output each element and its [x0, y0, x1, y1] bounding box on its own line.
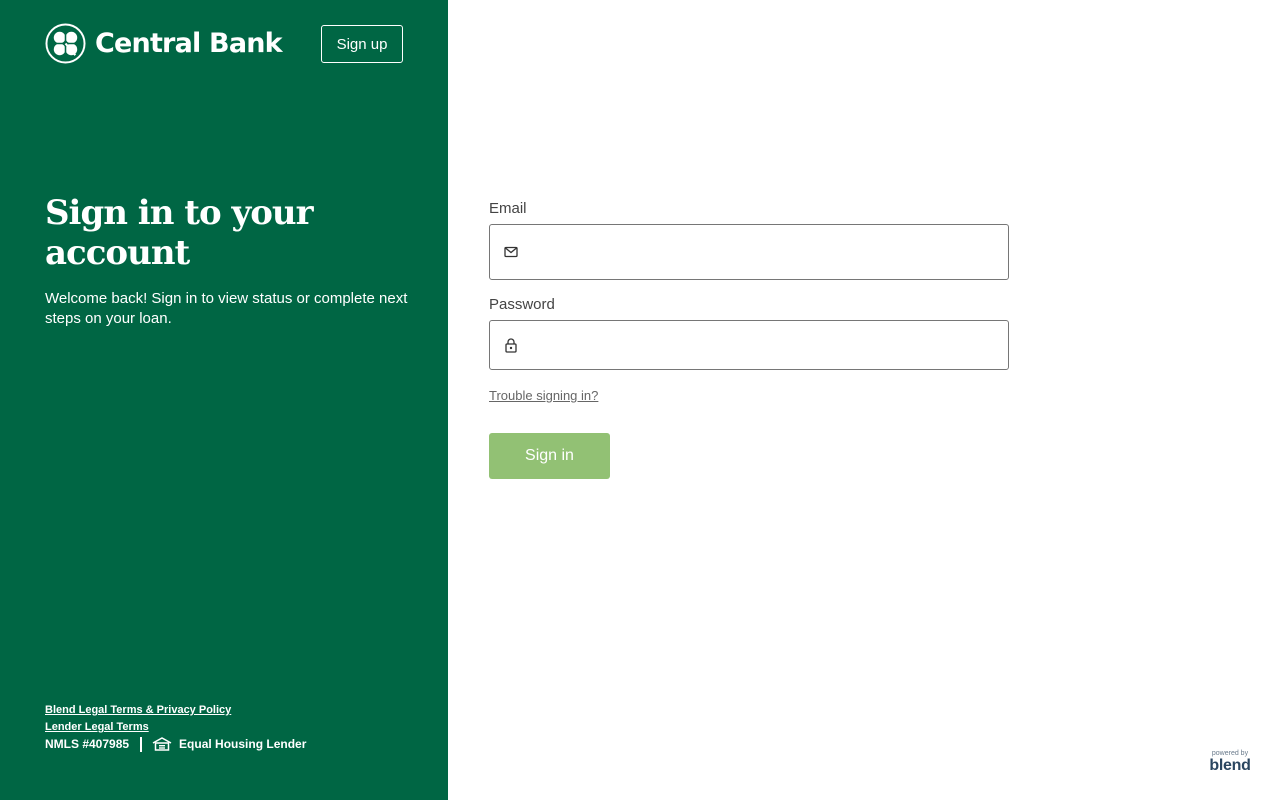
brand-name: Central Bank [95, 27, 283, 59]
brand-logo[interactable]: Central Bank [45, 22, 283, 64]
page-subtitle: Welcome back! Sign in to view status or … [45, 290, 408, 327]
footer: Blend Legal Terms & Privacy Policy Lende… [45, 702, 425, 753]
clover-logo-icon [45, 22, 86, 64]
email-label: Email [489, 200, 527, 217]
page-title: Sign in to your account [45, 193, 314, 273]
lock-icon [505, 338, 517, 353]
blend-logo: blend [1209, 757, 1251, 774]
password-input[interactable] [490, 321, 1008, 369]
mail-icon [504, 246, 518, 258]
equal-housing-icon [152, 737, 172, 751]
blend-legal-terms-link[interactable]: Blend Legal Terms & Privacy Policy [45, 702, 425, 719]
nmls-number: NMLS #407985 [45, 737, 130, 751]
sign-in-button[interactable]: Sign in [489, 433, 610, 479]
footer-compliance-row: NMLS #407985 Equal Housing Lender [45, 735, 425, 753]
left-panel: Central Bank Sign up Sign in to your acc… [0, 0, 448, 800]
powered-by-blend[interactable]: powered by blend [1208, 750, 1252, 774]
sign-in-form: Email Password Trouble signing in? Sign … [489, 200, 1011, 479]
password-label: Password [489, 296, 555, 313]
footer-divider [140, 736, 143, 752]
sign-up-button[interactable]: Sign up [321, 25, 403, 63]
trouble-signing-in-link[interactable]: Trouble signing in? [489, 388, 598, 403]
lender-legal-terms-link[interactable]: Lender Legal Terms [45, 719, 425, 736]
equal-housing-lender: Equal Housing Lender [179, 737, 307, 751]
password-field-wrapper [489, 320, 1009, 370]
email-field-wrapper [489, 224, 1009, 280]
email-input[interactable] [490, 225, 1008, 279]
